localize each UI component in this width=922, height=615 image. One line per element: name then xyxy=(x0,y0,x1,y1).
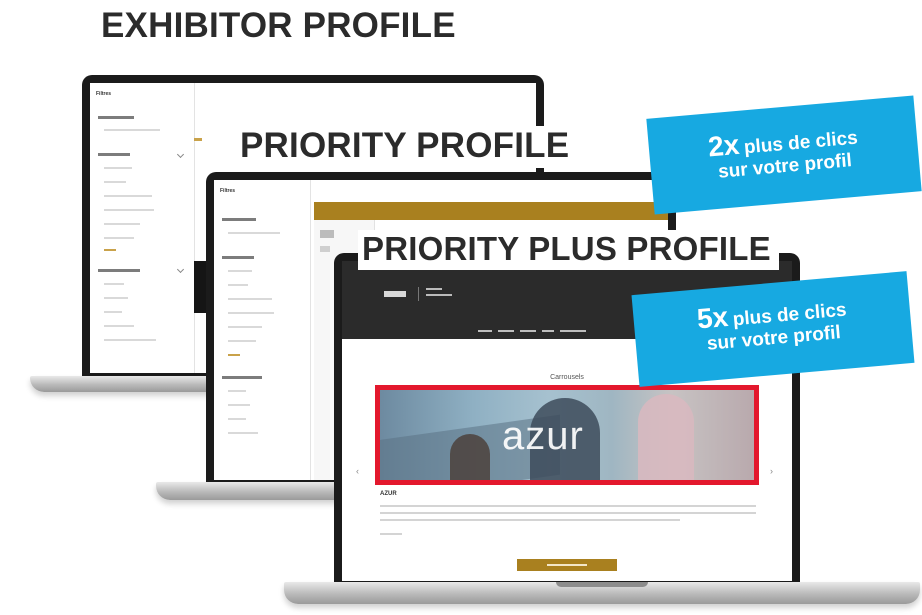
filter-option[interactable] xyxy=(228,312,274,314)
header-divider xyxy=(418,287,419,301)
badge-multiplier: 5x xyxy=(695,300,730,335)
chevron-down-icon[interactable] xyxy=(176,150,185,159)
filters-title: Filtres xyxy=(220,188,236,194)
gold-header-bar xyxy=(314,202,668,220)
filter-option[interactable] xyxy=(104,237,134,239)
filter-sidebar: Filtres xyxy=(214,180,311,480)
description-line xyxy=(380,519,680,521)
priority-profile-heading: PRIORITY PROFILE xyxy=(237,126,576,168)
filter-heading xyxy=(222,218,256,221)
filter-sidebar: Filtres xyxy=(90,83,195,373)
carousel-prev-icon[interactable]: ‹ xyxy=(356,466,359,476)
filter-option[interactable] xyxy=(104,209,154,211)
gold-accent xyxy=(194,138,202,141)
filter-option[interactable] xyxy=(228,298,272,300)
nav-item[interactable] xyxy=(520,330,536,332)
filter-option[interactable] xyxy=(104,311,122,313)
filter-option[interactable] xyxy=(228,270,252,272)
filters-title: Filtres xyxy=(96,91,112,97)
company-name: AZUR xyxy=(380,491,397,497)
carousel-highlight-frame: azur xyxy=(375,385,759,485)
filter-option[interactable] xyxy=(104,325,134,327)
filter-option[interactable] xyxy=(228,232,280,234)
hero-brand-text: azur xyxy=(502,414,584,458)
filter-heading xyxy=(98,153,130,156)
filter-more-link[interactable] xyxy=(228,354,240,356)
site-logo[interactable] xyxy=(384,291,406,297)
nav-item[interactable] xyxy=(498,330,514,332)
filter-option[interactable] xyxy=(104,297,128,299)
filter-option[interactable] xyxy=(228,326,262,328)
filter-heading xyxy=(98,269,140,272)
card-logo xyxy=(320,230,334,238)
nav-item[interactable] xyxy=(560,330,586,332)
event-info xyxy=(426,288,442,290)
filter-option[interactable] xyxy=(228,340,256,342)
person-silhouette xyxy=(450,434,490,480)
priority-plus-profile-heading: PRIORITY PLUS PROFILE xyxy=(358,230,779,270)
filter-heading xyxy=(222,376,262,379)
carousel-hero-image[interactable]: azur xyxy=(380,390,754,480)
filter-option[interactable] xyxy=(104,339,156,341)
carousel-next-icon[interactable]: › xyxy=(770,466,773,476)
filter-option[interactable] xyxy=(228,404,250,406)
filter-option[interactable] xyxy=(104,283,124,285)
nav-item[interactable] xyxy=(478,330,492,332)
badge-multiplier: 2x xyxy=(706,128,741,163)
filter-option[interactable] xyxy=(228,432,258,434)
contact-button[interactable] xyxy=(517,559,617,571)
chevron-down-icon[interactable] xyxy=(176,265,185,274)
laptop-notch xyxy=(556,582,648,587)
description-line xyxy=(380,505,756,507)
clicks-badge-2x: 2x plus de clics sur votre profil xyxy=(646,95,922,215)
filter-option[interactable] xyxy=(104,223,140,225)
description-line xyxy=(380,512,756,514)
filter-option[interactable] xyxy=(104,181,126,183)
filter-option[interactable] xyxy=(228,284,248,286)
filter-heading xyxy=(98,116,134,119)
event-info xyxy=(426,294,452,296)
filter-heading xyxy=(222,256,254,259)
filter-option[interactable] xyxy=(104,195,152,197)
filter-more-link[interactable] xyxy=(104,249,116,251)
filter-option[interactable] xyxy=(228,418,246,420)
filter-option[interactable] xyxy=(104,167,132,169)
person-silhouette xyxy=(638,394,694,480)
filter-option[interactable] xyxy=(104,129,160,131)
nav-item[interactable] xyxy=(542,330,554,332)
filter-option[interactable] xyxy=(228,390,246,392)
exhibitor-profile-heading: EXHIBITOR PROFILE xyxy=(101,6,456,45)
contact-button-label xyxy=(547,564,587,566)
description-line xyxy=(380,533,402,535)
card-line xyxy=(320,246,330,252)
